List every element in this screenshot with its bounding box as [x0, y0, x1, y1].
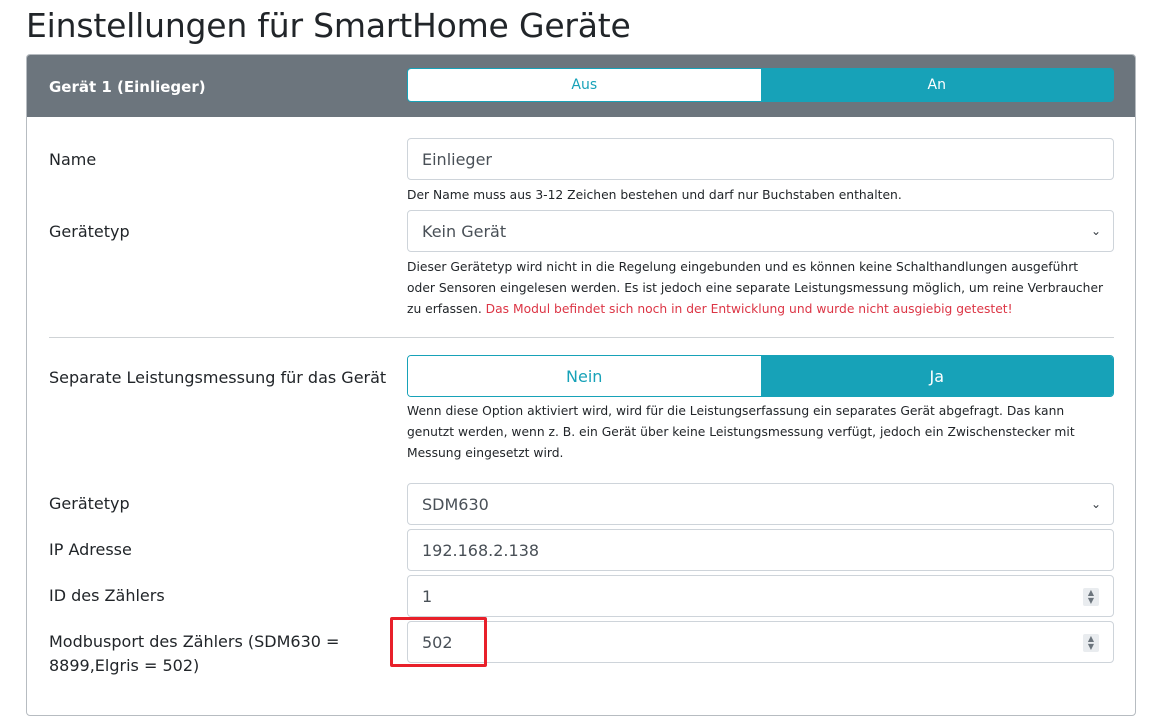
port-value: 502 [422, 632, 453, 652]
stepper-icon[interactable]: ▲ ▼ [1083, 588, 1099, 606]
meter-type-value: SDM630 [422, 494, 489, 514]
ip-label: IP Adresse [49, 540, 132, 559]
ip-input[interactable] [407, 529, 1114, 571]
meter-type-label: Gerätetyp [49, 494, 130, 513]
device-type-help-block: Dieser Gerätetyp wird nicht in die Regel… [407, 257, 1107, 320]
page-title: Einstellungen für SmartHome Geräte [26, 6, 631, 45]
device-title: Gerät 1 (Einlieger) [49, 78, 206, 96]
development-warning: Das Modul befindet sich noch in der Entw… [485, 302, 1013, 316]
device-on-button[interactable]: An [760, 69, 1113, 101]
device-type-label: Gerätetyp [49, 222, 130, 241]
card-header: Gerät 1 (Einlieger) Aus An [27, 55, 1135, 117]
name-input[interactable] [407, 138, 1114, 180]
device-off-button[interactable]: Aus [408, 69, 761, 101]
meter-type-select[interactable]: SDM630 ⌄ [407, 483, 1114, 525]
measurement-no-button[interactable]: Nein [408, 356, 761, 396]
meter-id-input[interactable]: 1 ▲ ▼ [407, 575, 1114, 617]
port-label: Modbusport des Zählers (SDM630 = 8899,El… [49, 632, 340, 675]
meter-id-value: 1 [422, 586, 433, 606]
name-label: Name [49, 150, 97, 169]
stepper-icon[interactable]: ▲ ▼ [1083, 634, 1099, 652]
measurement-yes-button[interactable]: Ja [760, 356, 1113, 396]
meter-id-label: ID des Zählers [49, 586, 165, 605]
measurement-help: Wenn diese Option aktiviert wird, wird f… [407, 404, 1075, 460]
chevron-down-icon: ⌄ [1090, 224, 1101, 238]
name-help: Der Name muss aus 3-12 Zeichen bestehen … [407, 188, 902, 202]
measurement-toggle: Nein Ja [407, 355, 1114, 397]
device-state-toggle: Aus An [407, 68, 1114, 102]
chevron-down-icon: ⌄ [1090, 497, 1101, 511]
port-input[interactable]: 502 ▲ ▼ [407, 621, 1114, 663]
section-divider [49, 337, 1114, 338]
device-type-select[interactable]: Kein Gerät ⌄ [407, 210, 1114, 252]
measurement-label: Separate Leistungsmessung für das Gerät [49, 368, 387, 387]
device-card: Gerät 1 (Einlieger) Aus An Name Der Name… [26, 54, 1136, 716]
device-type-value: Kein Gerät [422, 221, 507, 241]
